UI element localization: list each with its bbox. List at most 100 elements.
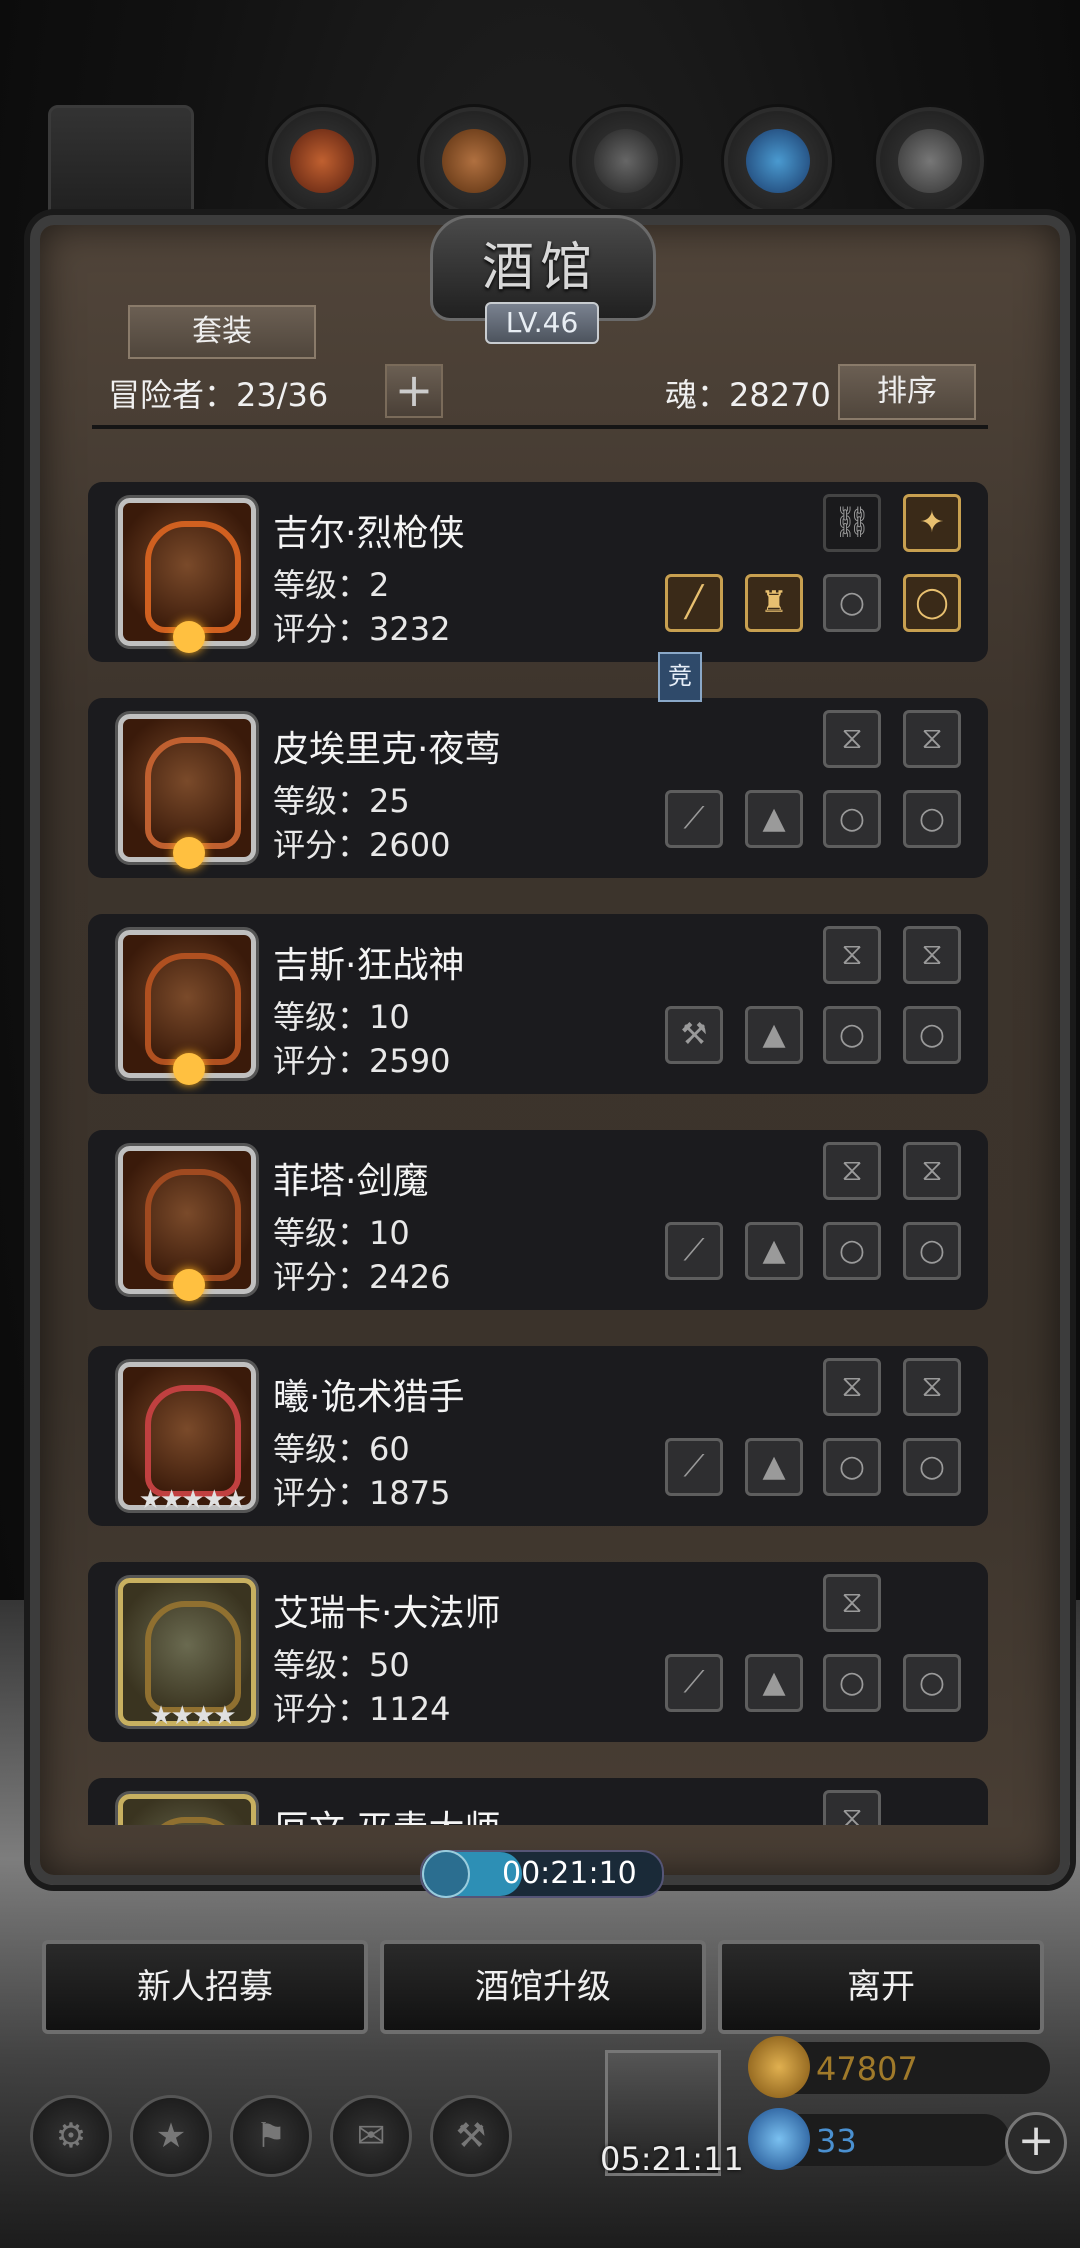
mail-icon[interactable]: ✉ bbox=[330, 2095, 412, 2177]
add-gems-button[interactable]: + bbox=[1005, 2112, 1067, 2174]
hero-name: 艾瑞卡·大法师 bbox=[273, 1593, 501, 1634]
gem-icon bbox=[748, 2108, 810, 2170]
gold-ring-icon[interactable]: ◯ bbox=[903, 574, 961, 632]
forge-icon[interactable]: ⚒ bbox=[430, 2095, 512, 2177]
moon-badge-icon bbox=[173, 837, 205, 869]
ring-slot-icon[interactable]: ○ bbox=[823, 1006, 881, 1064]
hero-name: 吉斯·狂战神 bbox=[273, 945, 465, 986]
hero-avatar[interactable] bbox=[118, 498, 256, 653]
emblem-equip-icon[interactable]: ✦ bbox=[903, 494, 961, 552]
hero-level: 等级：60 bbox=[273, 1430, 410, 1468]
hero-avatar[interactable] bbox=[118, 714, 256, 869]
wood-resource-icon[interactable] bbox=[420, 107, 528, 215]
hero-score: 评分：1875 bbox=[273, 1474, 451, 1512]
ring-slot-icon[interactable]: ○ bbox=[823, 574, 881, 632]
hero-avatar[interactable] bbox=[118, 1794, 256, 1825]
sword-slot-icon[interactable]: ⟋ bbox=[665, 1222, 723, 1280]
leather-resource-icon[interactable] bbox=[268, 107, 376, 215]
armor-slot-icon[interactable]: ▲ bbox=[745, 1222, 803, 1280]
hourglass-slot-icon[interactable]: ⧖ bbox=[823, 1574, 881, 1632]
hero-score: 评分：3232 bbox=[273, 610, 451, 648]
ring-slot-icon[interactable]: ○ bbox=[823, 1654, 881, 1712]
tavern-timer: 00:21:10 bbox=[420, 1850, 664, 1898]
set-button[interactable]: 套装 bbox=[128, 305, 316, 359]
leave-button[interactable]: 离开 bbox=[718, 1940, 1044, 2034]
hero-card[interactable]: 吉尔·烈枪侠 等级：2 评分：3232 ⛓ ✦ ╱ ♜ ○ ◯ bbox=[88, 482, 988, 662]
armor-slot-icon[interactable]: ▲ bbox=[745, 1654, 803, 1712]
clock-icon bbox=[422, 1850, 470, 1898]
hero-avatar[interactable]: ★★★★★ bbox=[118, 1362, 256, 1515]
hero-score: 评分：2590 bbox=[273, 1042, 451, 1080]
hero-card[interactable]: 厄文·巫毒大师 ⧖ bbox=[88, 1778, 988, 1825]
gift-timer: 05:21:11 bbox=[600, 2140, 744, 2178]
sort-button[interactable]: 排序 bbox=[838, 364, 976, 420]
ring-slot-icon[interactable]: ○ bbox=[903, 1222, 961, 1280]
chain-equip-icon[interactable]: ⛓ bbox=[823, 494, 881, 552]
hero-card[interactable]: 菲塔·剑魔 等级：10 评分：2426 ⧖ ⧖ ⟋ ▲ ○ ○ bbox=[88, 1130, 988, 1310]
blade-slot-icon[interactable]: ⟋ bbox=[665, 1438, 723, 1496]
ranking-icon[interactable]: ⚑ bbox=[230, 2095, 312, 2177]
hourglass-slot-icon[interactable]: ⧖ bbox=[823, 1358, 881, 1416]
axe-slot-icon[interactable]: ⚒ bbox=[665, 1006, 723, 1064]
armor-slot-icon[interactable]: ▲ bbox=[745, 1438, 803, 1496]
hero-level: 等级：25 bbox=[273, 782, 410, 820]
hero-name: 吉尔·烈枪侠 bbox=[273, 513, 465, 554]
adventurer-count: 冒险者：23/36 bbox=[108, 376, 329, 414]
star-rating: ★★★★★ bbox=[138, 1485, 248, 1515]
ring-slot-icon[interactable]: ○ bbox=[903, 790, 961, 848]
divider bbox=[92, 425, 988, 429]
moon-badge-icon bbox=[173, 1053, 205, 1085]
ring-slot-icon[interactable]: ○ bbox=[903, 1438, 961, 1496]
crystal-resource-icon[interactable] bbox=[724, 107, 832, 215]
hourglass-slot-icon[interactable]: ⧖ bbox=[903, 1358, 961, 1416]
iron-resource-icon[interactable] bbox=[572, 107, 680, 215]
hero-card[interactable]: ★★★★ 艾瑞卡·大法师 等级：50 评分：1124 ⧖ ⟋ ▲ ○ ○ bbox=[88, 1562, 988, 1742]
hourglass-slot-icon[interactable]: ⧖ bbox=[903, 926, 961, 984]
settings-gear-icon[interactable]: ⚙ bbox=[30, 2095, 112, 2177]
gold-bar: 47807 bbox=[748, 2036, 1050, 2098]
hourglass-slot-icon[interactable]: ⧖ bbox=[823, 926, 881, 984]
hourglass-slot-icon[interactable]: ⧖ bbox=[823, 1142, 881, 1200]
ring-slot-icon[interactable]: ○ bbox=[823, 1222, 881, 1280]
gold-amount: 47807 bbox=[816, 2050, 918, 2088]
hero-name: 厄文·巫毒大师 bbox=[273, 1800, 500, 1825]
ring-slot-icon[interactable]: ○ bbox=[903, 1654, 961, 1712]
hero-card[interactable]: ★★★★★ 曦·诡术猎手 等级：60 评分：1875 ⧖ ⧖ ⟋ ▲ ○ ○ bbox=[88, 1346, 988, 1526]
hero-level: 等级：50 bbox=[273, 1646, 410, 1684]
armor-slot-icon[interactable]: ▲ bbox=[745, 1006, 803, 1064]
ring-slot-icon[interactable]: ○ bbox=[903, 1006, 961, 1064]
moon-badge-icon bbox=[173, 1269, 205, 1301]
hero-level: 等级：2 bbox=[273, 566, 390, 604]
hourglass-slot-icon[interactable]: ⧖ bbox=[903, 1142, 961, 1200]
hourglass-slot-icon[interactable]: ⧖ bbox=[823, 1790, 881, 1825]
armor-equip-icon[interactable]: ♜ bbox=[745, 574, 803, 632]
spear-weapon-icon[interactable]: ╱ bbox=[665, 574, 723, 632]
hero-list[interactable]: 吉尔·烈枪侠 等级：2 评分：3232 ⛓ ✦ ╱ ♜ ○ ◯ 皮埃里克·夜莺 … bbox=[88, 440, 988, 1825]
timer-text: 00:21:10 bbox=[502, 1856, 637, 1891]
ring-slot-icon[interactable]: ○ bbox=[823, 790, 881, 848]
hourglass-slot-icon[interactable]: ⧖ bbox=[823, 710, 881, 768]
soul-count: 魂：28270 bbox=[665, 376, 831, 414]
hero-avatar[interactable] bbox=[118, 1146, 256, 1301]
steel-resource-icon[interactable]: 884 bbox=[876, 107, 1000, 239]
hero-card[interactable]: 吉斯·狂战神 等级：10 评分：2590 ⧖ ⧖ ⚒ ▲ ○ ○ bbox=[88, 914, 988, 1094]
moon-badge-icon bbox=[173, 621, 205, 653]
ring-slot-icon[interactable]: ○ bbox=[823, 1438, 881, 1496]
add-slot-button[interactable]: + bbox=[385, 364, 443, 418]
compete-tag[interactable]: 竞 bbox=[658, 652, 702, 702]
hourglass-slot-icon[interactable]: ⧖ bbox=[903, 710, 961, 768]
hero-score: 评分：2426 bbox=[273, 1258, 451, 1296]
star-rating: ★★★★ bbox=[149, 1701, 236, 1731]
blade-slot-icon[interactable]: ⟋ bbox=[665, 790, 723, 848]
hero-avatar[interactable]: ★★★★ bbox=[118, 1578, 256, 1731]
armor-slot-icon[interactable]: ▲ bbox=[745, 790, 803, 848]
recruit-button[interactable]: 新人招募 bbox=[42, 1940, 368, 2034]
hero-card[interactable]: 皮埃里克·夜莺 等级：25 评分：2600 ⧖ ⧖ ⟋ ▲ ○ ○ bbox=[88, 698, 988, 878]
hero-score: 评分：2600 bbox=[273, 826, 451, 864]
upgrade-tavern-button[interactable]: 酒馆升级 bbox=[380, 1940, 706, 2034]
hero-avatar[interactable] bbox=[118, 930, 256, 1085]
achievement-star-icon[interactable]: ★ bbox=[130, 2095, 212, 2177]
page-title: 酒馆 bbox=[481, 238, 598, 298]
hero-name: 皮埃里克·夜莺 bbox=[273, 729, 501, 770]
staff-slot-icon[interactable]: ⟋ bbox=[665, 1654, 723, 1712]
